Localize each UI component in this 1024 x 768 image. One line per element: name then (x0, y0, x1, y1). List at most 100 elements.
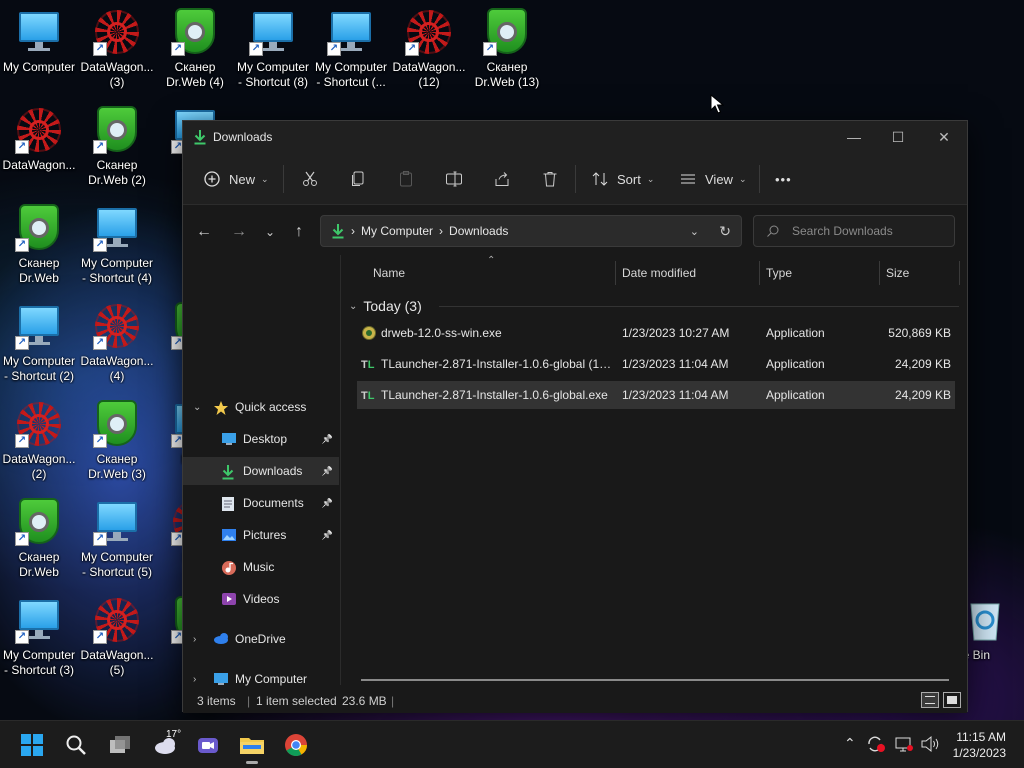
nav-onedrive[interactable]: › OneDrive (183, 625, 339, 653)
chevron-down-icon[interactable]: ⌄ (193, 402, 201, 413)
arrow-up-icon: ↑ (295, 223, 303, 240)
file-explorer-taskbar-button[interactable] (238, 731, 266, 764)
chat-button[interactable] (194, 731, 222, 759)
chevron-right-icon[interactable]: › (193, 674, 196, 685)
new-button[interactable]: New ⌄ (203, 165, 269, 193)
desktop-icon[interactable]: ↗ DataWagon... (12) (390, 2, 468, 98)
desktop-icon[interactable]: ↗ Сканер Dr.Web (0, 492, 78, 588)
details-view-icon (925, 696, 935, 704)
group-header-today[interactable]: ⌄ Today (3) (349, 295, 422, 317)
nav-desktop[interactable]: Desktop 📌 (183, 425, 339, 453)
clock[interactable]: 11:15 AM 1/23/2023 (953, 729, 1006, 761)
desktop-icon[interactable]: ↗ My Computer - Shortcut (8) (234, 2, 312, 98)
nav-label: Videos (243, 592, 280, 606)
desktop-icon[interactable]: ↗ DataWagon... (5) (78, 590, 156, 686)
shortcut-arrow-icon: ↗ (171, 42, 185, 56)
view-icon (681, 174, 695, 184)
widgets-button[interactable]: 17° (150, 729, 184, 759)
sync-alert-icon[interactable] (866, 735, 886, 756)
nav-label: Desktop (243, 432, 288, 446)
desktop-icon[interactable]: ↗ My Computer - Shortcut (3) (0, 590, 78, 686)
desktop-icon-label: My Computer - Shortcut (8) (236, 60, 310, 89)
shortcut-arrow-icon: ↗ (15, 238, 29, 252)
tiles-view-icon (947, 696, 957, 704)
nav-videos[interactable]: Videos (183, 585, 339, 613)
desktop-icon[interactable]: My Computer (0, 2, 78, 98)
copy-button[interactable] (349, 165, 367, 193)
column-divider[interactable] (879, 261, 880, 285)
desktop-icon[interactable]: ↗ My Computer - Shortcut (4) (78, 198, 156, 294)
search-button[interactable] (62, 731, 90, 759)
recycle-bin-icon (963, 596, 1011, 644)
column-header-name[interactable]: Name (373, 255, 405, 291)
volume-icon[interactable] (920, 735, 940, 756)
column-header-date[interactable]: Date modified (622, 255, 696, 291)
drweb-scanner-icon: ↗ (15, 498, 63, 546)
column-header-size[interactable]: Size (886, 255, 909, 291)
column-divider[interactable] (759, 261, 760, 285)
desktop-icon[interactable]: ↗ DataWagon... (2) (0, 394, 78, 490)
datawagon-icon: ↗ (93, 596, 141, 644)
delete-button[interactable] (541, 165, 559, 193)
shortcut-arrow-icon: ↗ (93, 238, 107, 252)
desktop-icon[interactable]: ↗ DataWagon... (4) (78, 296, 156, 392)
file-row[interactable]: TL TLauncher-2.871-Installer-1.0.6-global… (357, 381, 955, 409)
maximize-button[interactable]: ☐ (875, 121, 921, 153)
recent-locations-button[interactable]: ⌄ (257, 219, 283, 245)
task-view-button[interactable] (106, 731, 134, 759)
address-dropdown-icon[interactable]: ⌄ (690, 225, 699, 238)
details-view-button[interactable] (921, 692, 939, 708)
desktop-icon[interactable]: ↗ Сканер Dr.Web (3) (78, 394, 156, 490)
sort-button[interactable]: Sort ⌄ (591, 165, 654, 193)
back-button[interactable]: ← (191, 219, 217, 245)
desktop-icon[interactable]: ↗ Сканер Dr.Web (13) (468, 2, 546, 98)
desktop-icon[interactable]: ↗ My Computer - Shortcut (2) (0, 296, 78, 392)
breadcrumb-my-computer[interactable]: My Computer (361, 224, 433, 238)
network-icon[interactable] (894, 735, 914, 756)
up-button[interactable]: ↑ (286, 219, 312, 245)
nav-pictures[interactable]: Pictures 📌 (183, 521, 339, 549)
cut-button[interactable] (301, 165, 319, 193)
view-button[interactable]: View ⌄ (679, 165, 747, 193)
nav-label: Downloads (243, 464, 303, 478)
column-header-type[interactable]: Type (766, 255, 792, 291)
desktop-icon[interactable]: ↗ My Computer - Shortcut (... (312, 2, 390, 98)
nav-music[interactable]: Music (183, 553, 339, 581)
file-row[interactable]: drweb-12.0-ss-win.exe 1/23/2023 10:27 AM A… (357, 319, 955, 347)
tiles-view-button[interactable] (943, 692, 961, 708)
desktop-icon-label: Сканер Dr.Web (18, 550, 60, 579)
share-button[interactable] (493, 165, 511, 193)
desktop-icon[interactable]: ↗ DataWagon... (3) (78, 2, 156, 98)
more-options-button[interactable]: ••• (775, 165, 792, 193)
column-divider[interactable] (959, 261, 960, 285)
desktop-icon[interactable]: ↗ Сканер Dr.Web (2) (78, 100, 156, 196)
pin-icon: 📌 (321, 529, 333, 540)
refresh-icon[interactable]: ↻ (719, 223, 731, 240)
close-button[interactable]: ✕ (921, 121, 967, 153)
desktop-icon[interactable]: ↗ Сканер Dr.Web (0, 198, 78, 294)
forward-button[interactable]: → (226, 219, 252, 245)
nav-downloads[interactable]: Downloads 📌 (183, 457, 339, 485)
svg-text:TL: TL (361, 390, 375, 402)
horizontal-scrollbar[interactable] (361, 679, 949, 681)
file-size: 520,869 KB (888, 326, 951, 340)
breadcrumb-downloads[interactable]: Downloads (449, 224, 508, 238)
desktop-icon[interactable]: ↗ Сканер Dr.Web (4) (156, 2, 234, 98)
chrome-button[interactable] (282, 731, 310, 759)
search-box[interactable]: Search Downloads (753, 215, 955, 247)
column-divider[interactable] (615, 261, 616, 285)
nav-documents[interactable]: Documents 📌 (183, 489, 339, 517)
nav-quick-access[interactable]: ⌄ Quick access (183, 393, 339, 421)
show-hidden-icons-button[interactable]: ⌃ (844, 735, 856, 752)
rename-button[interactable] (445, 165, 463, 193)
desktop-icon[interactable]: ↗ DataWagon... (0, 100, 78, 196)
start-button[interactable] (18, 731, 46, 759)
chevron-right-icon[interactable]: › (193, 634, 196, 645)
title-bar[interactable]: Downloads — ☐ ✕ (183, 121, 967, 153)
address-field[interactable]: › My Computer › Downloads ⌄ ↻ (320, 215, 742, 247)
desktop-icon[interactable]: ↗ My Computer - Shortcut (5) (78, 492, 156, 588)
minimize-button[interactable]: — (831, 121, 877, 153)
desktop-icon-label: DataWagon... (2) (2, 452, 76, 481)
file-row[interactable]: TL TLauncher-2.871-Installer-1.0.6-global… (357, 350, 955, 378)
paste-button[interactable] (397, 165, 415, 193)
